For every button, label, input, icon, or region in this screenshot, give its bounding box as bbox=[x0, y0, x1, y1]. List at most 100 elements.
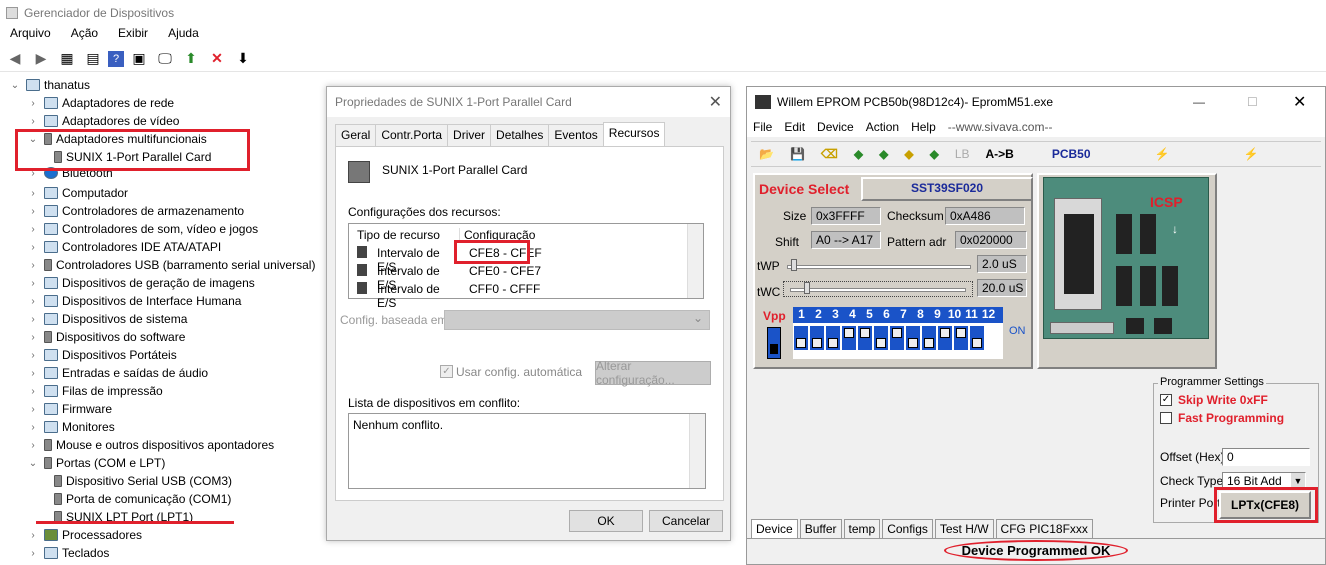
tab-recursos[interactable]: Recursos bbox=[602, 122, 666, 146]
chevron-right-icon[interactable]: › bbox=[26, 224, 40, 235]
chevron-right-icon[interactable]: › bbox=[26, 260, 40, 271]
device-select-button[interactable]: SST39SF020 bbox=[861, 177, 1033, 201]
tab-buffer[interactable]: Buffer bbox=[799, 519, 842, 538]
tab-configs[interactable]: Configs bbox=[882, 519, 933, 538]
monitor-icon[interactable]: 🖵 bbox=[154, 49, 176, 69]
a-to-b-button[interactable]: A->B bbox=[986, 147, 1014, 161]
chevron-right-icon[interactable]: › bbox=[26, 116, 40, 127]
tab-test-hw[interactable]: Test H/W bbox=[934, 519, 994, 538]
tab-cfg-pic[interactable]: CFG PIC18Fxxx bbox=[995, 519, 1093, 538]
menu-edit[interactable]: Edit bbox=[778, 120, 811, 134]
cancel-button[interactable]: Cancelar bbox=[649, 510, 723, 532]
tree-item-imaging[interactable]: › Dispositivos de geração de imagens bbox=[26, 274, 254, 292]
chevron-right-icon[interactable]: › bbox=[26, 548, 40, 559]
back-arrow-icon[interactable]: ◀ bbox=[4, 49, 26, 69]
chevron-right-icon[interactable]: › bbox=[26, 98, 40, 109]
auto-program-icon[interactable]: ⚡ bbox=[1155, 147, 1170, 161]
tree-item-computer[interactable]: › Computador bbox=[26, 184, 128, 202]
menu-help[interactable]: Help bbox=[905, 120, 942, 134]
close-icon[interactable]: ✕ bbox=[1293, 92, 1306, 112]
dip-switch[interactable] bbox=[905, 325, 921, 351]
tree-item-audio-io[interactable]: › Entradas e saídas de áudio bbox=[26, 364, 208, 382]
tree-item-system[interactable]: › Dispositivos de sistema bbox=[26, 310, 187, 328]
chevron-right-icon[interactable]: › bbox=[26, 404, 40, 415]
menu-arquivo[interactable]: Arquivo bbox=[0, 24, 61, 44]
conflict-scrollbar[interactable] bbox=[689, 414, 705, 488]
tree-item-sound[interactable]: › Controladores de som, vídeo e jogos bbox=[26, 220, 258, 238]
tree-item-firmware[interactable]: › Firmware bbox=[26, 400, 112, 418]
fast-programming-checkbox[interactable] bbox=[1160, 412, 1172, 424]
program-icon[interactable]: ◆ bbox=[904, 147, 913, 161]
chevron-right-icon[interactable]: › bbox=[26, 314, 40, 325]
chevron-down-icon[interactable]: ⌄ bbox=[8, 80, 22, 91]
menu-ajuda[interactable]: Ajuda bbox=[158, 24, 209, 44]
tree-item-print-queues[interactable]: › Filas de impressão bbox=[26, 382, 162, 400]
skip-write-checkbox[interactable]: ✓ bbox=[1160, 394, 1172, 406]
chevron-right-icon[interactable]: › bbox=[26, 206, 40, 217]
dip-switch[interactable] bbox=[809, 325, 825, 351]
tab-contr-porta[interactable]: Contr.Porta bbox=[375, 124, 449, 146]
tree-item-processors[interactable]: › Processadores bbox=[26, 526, 142, 544]
tree-item-hid[interactable]: › Dispositivos de Interface Humana bbox=[26, 292, 241, 310]
twp-slider-thumb[interactable] bbox=[791, 259, 797, 271]
dip-switch[interactable] bbox=[857, 325, 873, 351]
tree-item-com1[interactable]: Porta de comunicação (COM1) bbox=[50, 490, 231, 508]
menu-exibir[interactable]: Exibir bbox=[108, 24, 158, 44]
dip-switch[interactable] bbox=[953, 325, 969, 351]
tree-root[interactable]: ⌄ thanatus bbox=[8, 76, 90, 94]
tree-item-storage[interactable]: › Controladores de armazenamento bbox=[26, 202, 244, 220]
vpp-switch[interactable] bbox=[767, 327, 781, 359]
chevron-right-icon[interactable]: › bbox=[26, 422, 40, 433]
conflict-box[interactable]: Nenhum conflito. bbox=[348, 413, 706, 489]
dip-switch[interactable] bbox=[825, 325, 841, 351]
dip-switch[interactable] bbox=[889, 325, 905, 351]
tree-item-software[interactable]: › Dispositivos do software bbox=[26, 328, 185, 346]
chevron-right-icon[interactable]: › bbox=[26, 530, 40, 541]
skip-write-label[interactable]: Skip Write 0xFF bbox=[1178, 393, 1268, 407]
menu-device[interactable]: Device bbox=[811, 120, 860, 134]
chevron-right-icon[interactable]: › bbox=[26, 296, 40, 307]
list-scrollbar[interactable] bbox=[687, 224, 703, 298]
change-config-button[interactable]: Alterar configuração... bbox=[595, 359, 711, 387]
close-icon[interactable]: ✕ bbox=[709, 92, 722, 112]
tab-geral[interactable]: Geral bbox=[335, 124, 377, 146]
forward-arrow-icon[interactable]: ▶ bbox=[30, 49, 52, 69]
chevron-right-icon[interactable]: › bbox=[26, 440, 40, 451]
blank-check-icon[interactable]: ◆ bbox=[879, 147, 888, 161]
menu-action[interactable]: Action bbox=[860, 120, 905, 134]
tree-item-mouse[interactable]: › Mouse e outros dispositivos apontadores bbox=[26, 436, 274, 454]
twp-slider[interactable] bbox=[787, 265, 971, 269]
twc-slider-thumb[interactable] bbox=[804, 282, 810, 294]
lb-button[interactable]: LB bbox=[955, 147, 970, 161]
tab-detalhes[interactable]: Detalhes bbox=[490, 124, 550, 146]
properties-grid-icon[interactable]: ▦ bbox=[56, 49, 78, 69]
tab-device[interactable]: Device bbox=[751, 519, 798, 538]
chevron-right-icon[interactable]: › bbox=[26, 242, 40, 253]
tab-eventos[interactable]: Eventos bbox=[548, 124, 604, 146]
open-folder-icon[interactable]: 📂 bbox=[759, 147, 774, 161]
verify-icon[interactable]: ◆ bbox=[930, 147, 939, 161]
tree-item-network[interactable]: › Adaptadores de rede bbox=[26, 94, 174, 112]
erase-icon[interactable]: ⌫ bbox=[821, 147, 838, 161]
dip-switch[interactable] bbox=[841, 325, 857, 351]
tree-item-video[interactable]: › Adaptadores de vídeo bbox=[26, 112, 179, 130]
ok-button[interactable]: OK bbox=[569, 510, 643, 532]
tree-item-ide[interactable]: › Controladores IDE ATA/ATAPI bbox=[26, 238, 221, 256]
pcb50-button[interactable]: PCB50 bbox=[1052, 147, 1091, 161]
resource-row[interactable]: Intervalo de E/S CFF0 - CFFF bbox=[357, 282, 540, 310]
col-type-header[interactable]: Tipo de recurso bbox=[357, 228, 457, 242]
config-based-select[interactable]: ⌄ bbox=[444, 310, 710, 330]
chevron-right-icon[interactable]: › bbox=[26, 188, 40, 199]
fast-programming-label[interactable]: Fast Programming bbox=[1178, 411, 1284, 425]
auto-config-checkbox[interactable]: ✓ bbox=[440, 365, 453, 378]
help-icon[interactable]: ? bbox=[108, 50, 124, 67]
properties-icon[interactable]: ▣ bbox=[128, 49, 150, 69]
tab-driver[interactable]: Driver bbox=[447, 124, 492, 146]
update-driver-icon[interactable]: ⬆ bbox=[180, 49, 202, 69]
tree-item-portable[interactable]: › Dispositivos Portáteis bbox=[26, 346, 176, 364]
minimize-icon[interactable]: — bbox=[1193, 95, 1205, 109]
dip-switch[interactable] bbox=[793, 325, 809, 351]
save-icon[interactable]: 💾 bbox=[790, 147, 805, 161]
offset-input[interactable]: 0 bbox=[1222, 448, 1310, 466]
tree-item-ports[interactable]: ⌄ Portas (COM e LPT) bbox=[26, 454, 166, 472]
